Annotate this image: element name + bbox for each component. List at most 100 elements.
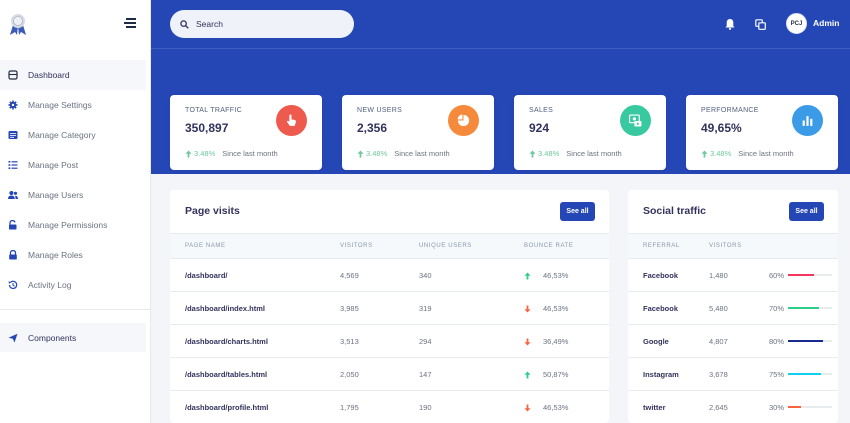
stat-change: 3.48% (185, 149, 215, 158)
avatar[interactable]: PCJ (786, 13, 807, 34)
bounce-value: 46,53% (543, 271, 569, 280)
stat-since: Since last month (566, 149, 622, 158)
table-row[interactable]: /dashboard/profile.html 1,795 190 46,53% (170, 391, 609, 423)
stat-title: SALES (529, 107, 554, 114)
stat-footer: 3.48% Since last month (357, 149, 450, 158)
sidebar-item-label: Manage Post (28, 160, 79, 170)
avatar-initials: PCJ (790, 20, 803, 27)
progress-fill (788, 307, 819, 309)
page-name: /dashboard/profile.html (185, 403, 269, 412)
sidebar-item-manage-roles[interactable]: Manage Roles (0, 240, 151, 270)
menu-toggle-icon[interactable] (124, 18, 136, 28)
referral: Instagram (643, 370, 679, 379)
sidebar-item-manage-post[interactable]: Manage Post (0, 150, 151, 180)
column-header: UNIQUE USERS (419, 243, 472, 249)
progress-bar (788, 406, 832, 408)
sidebar-item-manage-users[interactable]: Manage Users (0, 180, 151, 210)
stat-footer: 3.48% Since last month (185, 149, 278, 158)
stat-title: NEW USERS (357, 107, 403, 114)
stat-card-performance: PERFORMANCE 49,65% 3.48% Since last mont… (686, 95, 838, 170)
table-row[interactable]: Google 4,807 80% (628, 325, 838, 358)
components-label: Components (28, 332, 77, 343)
progress-bar (788, 373, 832, 375)
sidebar-item-components[interactable]: Components (0, 323, 146, 352)
stat-change: 3.48% (529, 149, 559, 158)
sidebar-item-label: Dashboard (28, 70, 70, 80)
sidebar-item-manage-category[interactable]: Manage Category (0, 120, 151, 150)
sidebar-item-activity-log[interactable]: Activity Log (0, 270, 151, 300)
unique-users: 319 (419, 304, 432, 313)
table-row[interactable]: twitter 2,645 30% (628, 391, 838, 423)
visitors: 5,480 (709, 304, 728, 313)
arrow-down-icon (524, 338, 531, 345)
sidebar-nav: Dashboard Manage Settings Manage Categor… (0, 60, 151, 300)
stat-value: 924 (529, 121, 550, 135)
arrow-down-icon (524, 305, 531, 312)
sidebar-item-dashboard[interactable]: Dashboard (0, 60, 146, 90)
hand-pointer-icon (276, 105, 307, 136)
table-row[interactable]: Facebook 1,480 60% (628, 259, 838, 292)
table-row[interactable]: /dashboard/tables.html 2,050 147 50,87% (170, 358, 609, 391)
arrow-up-icon (524, 272, 531, 279)
stat-card-new-users: NEW USERS 2,356 3.48% Since last month (342, 95, 494, 170)
copy-icon[interactable] (755, 17, 766, 30)
stat-value: 350,897 (185, 121, 229, 135)
sidebar-item-manage-permissions[interactable]: Manage Permissions (0, 210, 151, 240)
visitors: 3,678 (709, 370, 728, 379)
table-row[interactable]: Instagram 3,678 75% (628, 358, 838, 391)
history-icon (8, 280, 18, 290)
referral: Facebook (643, 271, 679, 280)
page-name: /dashboard/charts.html (185, 337, 268, 346)
table-header: PAGE NAME VISITORS UNIQUE USERS BOUNCE R… (170, 233, 609, 259)
column-header: BOUNCE RATE (524, 243, 574, 249)
stat-title: PERFORMANCE (701, 107, 759, 114)
search-input[interactable] (196, 19, 336, 29)
logo-icon[interactable] (8, 12, 28, 36)
unique-users: 294 (419, 337, 432, 346)
percent: 60% (769, 271, 785, 280)
bell-icon[interactable] (725, 17, 735, 30)
bounce-rate: 36,49% (524, 337, 568, 346)
stat-footer: 3.48% Since last month (529, 149, 622, 158)
column-header: PAGE NAME (185, 243, 226, 249)
unique-users: 147 (419, 370, 432, 379)
stat-value: 2,356 (357, 121, 388, 135)
gear-icon (8, 100, 18, 110)
table-header: REFERRAL VISITORS (628, 233, 838, 259)
progress-bar (788, 340, 832, 342)
table-row[interactable]: /dashboard/index.html 3,985 319 46,53% (170, 292, 609, 325)
sidebar-item-label: Manage Settings (28, 100, 92, 110)
table-row[interactable]: Facebook 5,480 70% (628, 292, 838, 325)
dashboard-icon (8, 70, 18, 80)
visitors: 2,645 (709, 403, 728, 412)
panel-title: Social traffic (643, 205, 707, 217)
see-all-button[interactable]: See all (560, 202, 595, 221)
visitors: 1,795 (340, 403, 359, 412)
money-icon (620, 105, 651, 136)
table-row[interactable]: /dashboard/charts.html 3,513 294 36,49% (170, 325, 609, 358)
stat-change: 3.48% (701, 149, 731, 158)
sidebar-item-manage-settings[interactable]: Manage Settings (0, 90, 151, 120)
bounce-value: 36,49% (543, 337, 569, 346)
visitors: 1,480 (709, 271, 728, 280)
page-name: /dashboard/tables.html (185, 370, 268, 379)
sidebar-item-label: Activity Log (28, 280, 72, 290)
bar-chart-icon (792, 105, 823, 136)
stat-title: TOTAL TRAFFIC (185, 107, 242, 114)
bounce-value: 50,87% (543, 370, 569, 379)
stat-card-sales: SALES 924 3.48% Since last month (514, 95, 666, 170)
see-all-button[interactable]: See all (789, 202, 824, 221)
stat-change: 3.48% (357, 149, 387, 158)
page-name: /dashboard/ (185, 271, 228, 280)
referral: twitter (643, 403, 666, 412)
percent: 30% (769, 403, 785, 412)
user-name[interactable]: Admin (813, 18, 839, 28)
percent: 75% (769, 370, 785, 379)
table-row[interactable]: /dashboard/ 4,569 340 46,53% (170, 259, 609, 292)
visitors: 3,985 (340, 304, 359, 313)
sidebar: Dashboard Manage Settings Manage Categor… (0, 0, 151, 423)
sidebar-item-label: Manage Permissions (28, 220, 108, 230)
progress-fill (788, 274, 815, 276)
social-traffic-panel: Social traffic See all REFERRAL VISITORS… (628, 190, 838, 423)
search-bar[interactable] (170, 10, 354, 38)
